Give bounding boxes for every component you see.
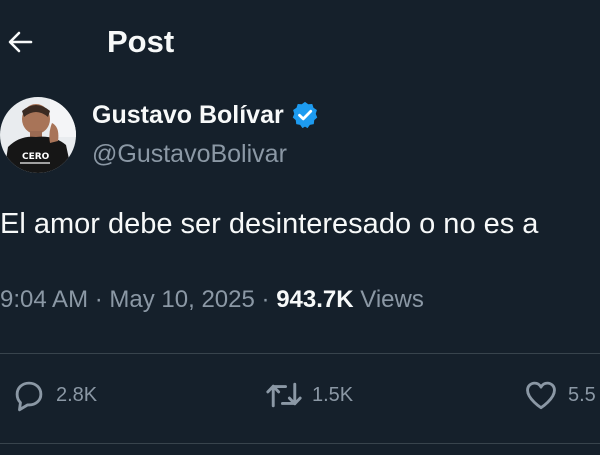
meta-separator: ·: [94, 286, 110, 313]
divider: [0, 443, 600, 444]
author-display-name[interactable]: Gustavo Bolívar: [92, 101, 284, 130]
meta-separator: ·: [261, 286, 277, 313]
post-date[interactable]: May 10, 2025: [109, 286, 254, 313]
post-text: El amor debe ser desinteresado o no es a: [0, 208, 539, 240]
page-title: Post: [107, 24, 175, 59]
author-name-row[interactable]: Gustavo Bolívar: [92, 100, 320, 130]
author-handle[interactable]: @GustavoBolivar: [92, 140, 287, 169]
divider: [0, 353, 600, 354]
repost-icon: [264, 376, 304, 414]
reply-count: 2.8K: [56, 383, 98, 406]
views-count: 943.7K: [276, 286, 354, 313]
back-button[interactable]: [4, 26, 36, 58]
arrow-left-icon: [5, 27, 35, 57]
like-count: 5.5: [568, 383, 596, 406]
verified-badge-icon: [290, 100, 320, 130]
post-page: Post CERO Gustavo Bolívar @GustavoBoliva…: [0, 0, 600, 455]
post-meta: 9:04 AM · May 10, 2025 · 943.7K Views: [0, 286, 424, 314]
repost-count: 1.5K: [312, 383, 354, 406]
avatar[interactable]: CERO: [0, 97, 76, 173]
avatar-shirt-text: CERO: [22, 152, 50, 162]
reply-button[interactable]: 2.8K: [10, 376, 97, 414]
post-time[interactable]: 9:04 AM: [0, 286, 88, 313]
repost-button[interactable]: 1.5K: [264, 376, 353, 414]
reply-bubble-icon: [10, 376, 48, 414]
like-button[interactable]: 5.5: [522, 376, 596, 414]
heart-icon: [522, 376, 560, 414]
views-label: Views: [360, 286, 424, 313]
